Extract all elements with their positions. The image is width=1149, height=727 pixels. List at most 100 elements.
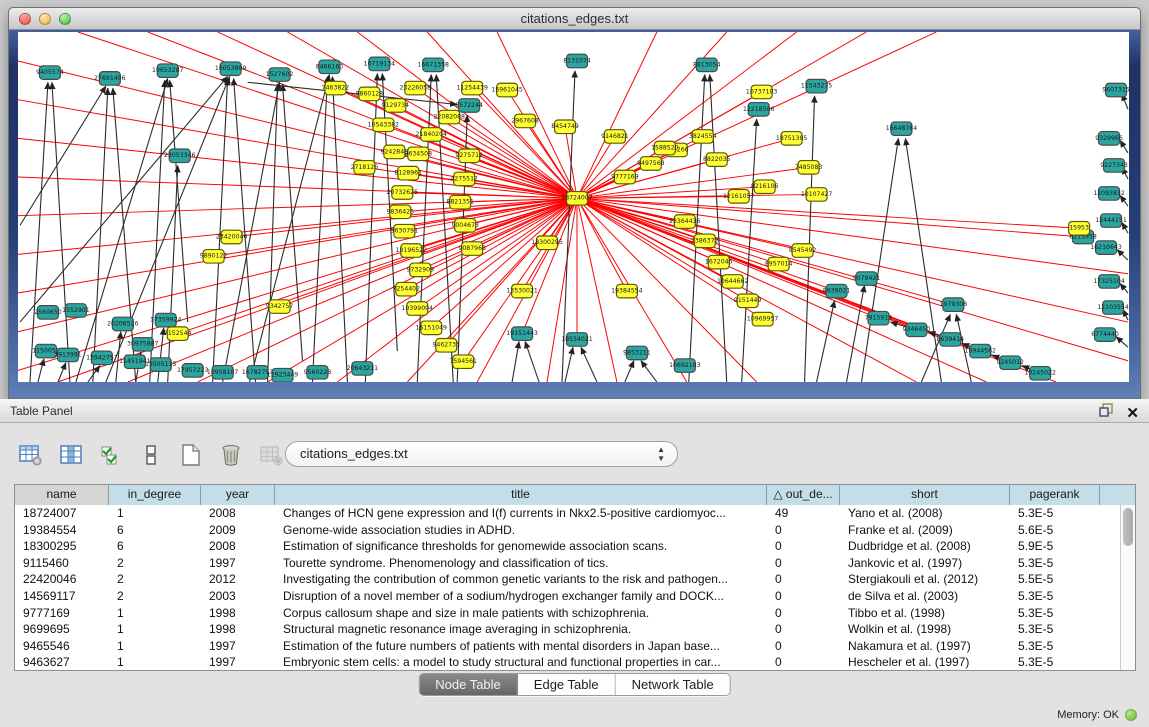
- graph-node-teal[interactable]: 1552901: [62, 304, 90, 318]
- table-cell[interactable]: 5.3E-5: [1010, 654, 1100, 670]
- graph-edge[interactable]: [283, 84, 303, 361]
- graph-node-teal[interactable]: 10958107: [207, 366, 239, 380]
- graph-node-teal[interactable]: 11543275: [801, 79, 833, 93]
- graph-node-teal[interactable]: 8639414: [937, 333, 965, 347]
- table-cell[interactable]: Stergiakouli et al. (2012): [840, 571, 1010, 588]
- table-cell[interactable]: Tibbo et al. (1998): [840, 605, 1010, 622]
- graph-node-yellow[interactable]: 9342757: [266, 300, 294, 314]
- graph-edge[interactable]: [1120, 140, 1128, 153]
- graph-node-yellow[interactable]: 9890122: [200, 250, 228, 264]
- table-cell[interactable]: 9699695: [15, 621, 109, 638]
- graph-node-teal[interactable]: 9405574: [36, 66, 64, 80]
- table-cell[interactable]: Yano et al. (2008): [840, 505, 1010, 522]
- table-row[interactable]: 1938455462009Genome-wide association stu…: [15, 522, 1135, 539]
- table-cell[interactable]: 1997: [201, 654, 275, 670]
- graph-edge[interactable]: [512, 341, 519, 382]
- tab-network-table[interactable]: Network Table: [616, 674, 730, 695]
- table-cell[interactable]: 49: [767, 505, 840, 522]
- table-row[interactable]: 977716911998Corpus callosum shape and si…: [15, 605, 1135, 622]
- column-visibility-icon[interactable]: [58, 442, 84, 468]
- graph-node-teal[interactable]: 19151443: [506, 327, 538, 341]
- table-cell[interactable]: Wolkin et al. (1998): [840, 621, 1010, 638]
- table-cell[interactable]: 0: [767, 638, 840, 655]
- graph-node-teal[interactable]: 9329966: [1095, 132, 1123, 146]
- graph-edge[interactable]: [817, 301, 835, 382]
- table-cell[interactable]: 14569117: [15, 588, 109, 605]
- table-cell[interactable]: Estimation of significance thresholds fo…: [275, 538, 767, 555]
- graph-node-yellow[interactable]: 8860128: [356, 87, 384, 101]
- table-cell[interactable]: 6: [109, 522, 201, 539]
- graph-edge[interactable]: [581, 347, 597, 382]
- graph-node-teal[interactable]: 16210643: [1090, 241, 1122, 255]
- graph-edge[interactable]: [93, 88, 108, 382]
- graph-node-teal[interactable]: 8466160: [316, 60, 344, 74]
- table-row[interactable]: 1872400712008Changes of HCN gene express…: [15, 505, 1135, 522]
- table-cell[interactable]: 5.3E-5: [1010, 605, 1100, 622]
- graph-node-yellow[interactable]: 9634508: [405, 147, 433, 161]
- graph-edge[interactable]: [20, 76, 228, 322]
- graph-node-teal[interactable]: 9227343: [1100, 159, 1128, 173]
- graph-node-yellow[interactable]: 8957014: [765, 257, 793, 271]
- table-cell[interactable]: 2: [109, 571, 201, 588]
- table-cell[interactable]: 5.3E-5: [1010, 555, 1100, 572]
- table-cell[interactable]: Hescheler et al. (1997): [840, 654, 1010, 670]
- graph-node-teal[interactable]: 12444151: [1095, 214, 1127, 228]
- new-file-icon[interactable]: [178, 442, 204, 468]
- graph-node-yellow[interactable]: 9732909: [407, 263, 435, 277]
- window-titlebar[interactable]: citations_edges.txt: [9, 8, 1140, 30]
- table-cell[interactable]: 0: [767, 555, 840, 572]
- graph-edge[interactable]: [472, 88, 577, 198]
- graph-node-yellow[interactable]: 9146821: [601, 130, 629, 144]
- table-cell[interactable]: 0: [767, 605, 840, 622]
- graph-node-teal[interactable]: 12093832: [1093, 187, 1125, 201]
- graph-node-yellow[interactable]: 9836425: [387, 205, 415, 219]
- graph-node-yellow[interactable]: 12161057: [723, 190, 755, 204]
- table-cell[interactable]: 0: [767, 621, 840, 638]
- graph-node-yellow[interactable]: 10399004: [402, 302, 434, 316]
- graph-edge[interactable]: [168, 165, 178, 382]
- graph-node-teal[interactable]: 12218506: [743, 103, 775, 117]
- graph-node-yellow[interactable]: 7152544: [164, 327, 192, 341]
- graph-edge[interactable]: [577, 198, 1083, 237]
- graph-edge[interactable]: [565, 347, 573, 382]
- table-cell[interactable]: 0: [767, 571, 840, 588]
- column-header-pagerank[interactable]: pagerank: [1010, 485, 1100, 505]
- graph-edge[interactable]: [52, 82, 70, 382]
- graph-node-yellow[interactable]: 9004673: [451, 219, 479, 233]
- graph-edge[interactable]: [30, 82, 48, 382]
- table-cell[interactable]: Structural magnetic resonance image aver…: [275, 621, 767, 638]
- graph-node-teal[interactable]: 1979308: [940, 298, 968, 312]
- table-cell[interactable]: 2009: [201, 522, 275, 539]
- column-header-short[interactable]: short: [840, 485, 1010, 505]
- graph-node-teal[interactable]: 9607315: [1102, 83, 1129, 97]
- table-settings-icon[interactable]: [18, 442, 44, 468]
- graph-edge[interactable]: [905, 138, 941, 382]
- table-cell[interactable]: 1997: [201, 555, 275, 572]
- graph-node-teal[interactable]: 16053809: [215, 62, 247, 76]
- graph-node-teal[interactable]: 9853211: [623, 346, 651, 360]
- table-cell[interactable]: Genome-wide association studies in ADHD.: [275, 522, 767, 539]
- float-panel-icon[interactable]: [1098, 402, 1114, 423]
- table-cell[interactable]: 1: [109, 654, 201, 670]
- graph-edge[interactable]: [1120, 195, 1128, 206]
- graph-node-yellow[interactable]: 9087968: [458, 242, 486, 256]
- graph-node-teal[interactable]: 17359924: [150, 313, 182, 327]
- graph-node-yellow[interactable]: 13530021: [506, 284, 538, 298]
- graph-node-yellow[interactable]: 9275712: [455, 149, 483, 163]
- graph-node-teal[interactable]: 16648784: [886, 122, 918, 136]
- table-cell[interactable]: 1997: [201, 638, 275, 655]
- graph-node-teal[interactable]: 9560228: [304, 366, 332, 380]
- graph-node-yellow[interactable]: 9777169: [611, 170, 639, 184]
- table-cell[interactable]: Jankovic et al. (1997): [840, 555, 1010, 572]
- graph-node-yellow[interactable]: 16961045: [491, 83, 523, 97]
- graph-node-teal[interactable]: 9245012: [996, 356, 1024, 370]
- graph-edge[interactable]: [1117, 250, 1128, 261]
- table-cell[interactable]: 0: [767, 538, 840, 555]
- column-header-out_de[interactable]: △ out_de...: [767, 485, 840, 505]
- table-cell[interactable]: 0: [767, 588, 840, 605]
- graph-edge[interactable]: [625, 361, 634, 382]
- graph-node-yellow[interactable]: 18751305: [776, 132, 808, 146]
- graph-node-yellow[interactable]: 9630791: [391, 224, 419, 238]
- table-cell[interactable]: 5.6E-5: [1010, 522, 1100, 539]
- table-cell[interactable]: 5.5E-5: [1010, 571, 1100, 588]
